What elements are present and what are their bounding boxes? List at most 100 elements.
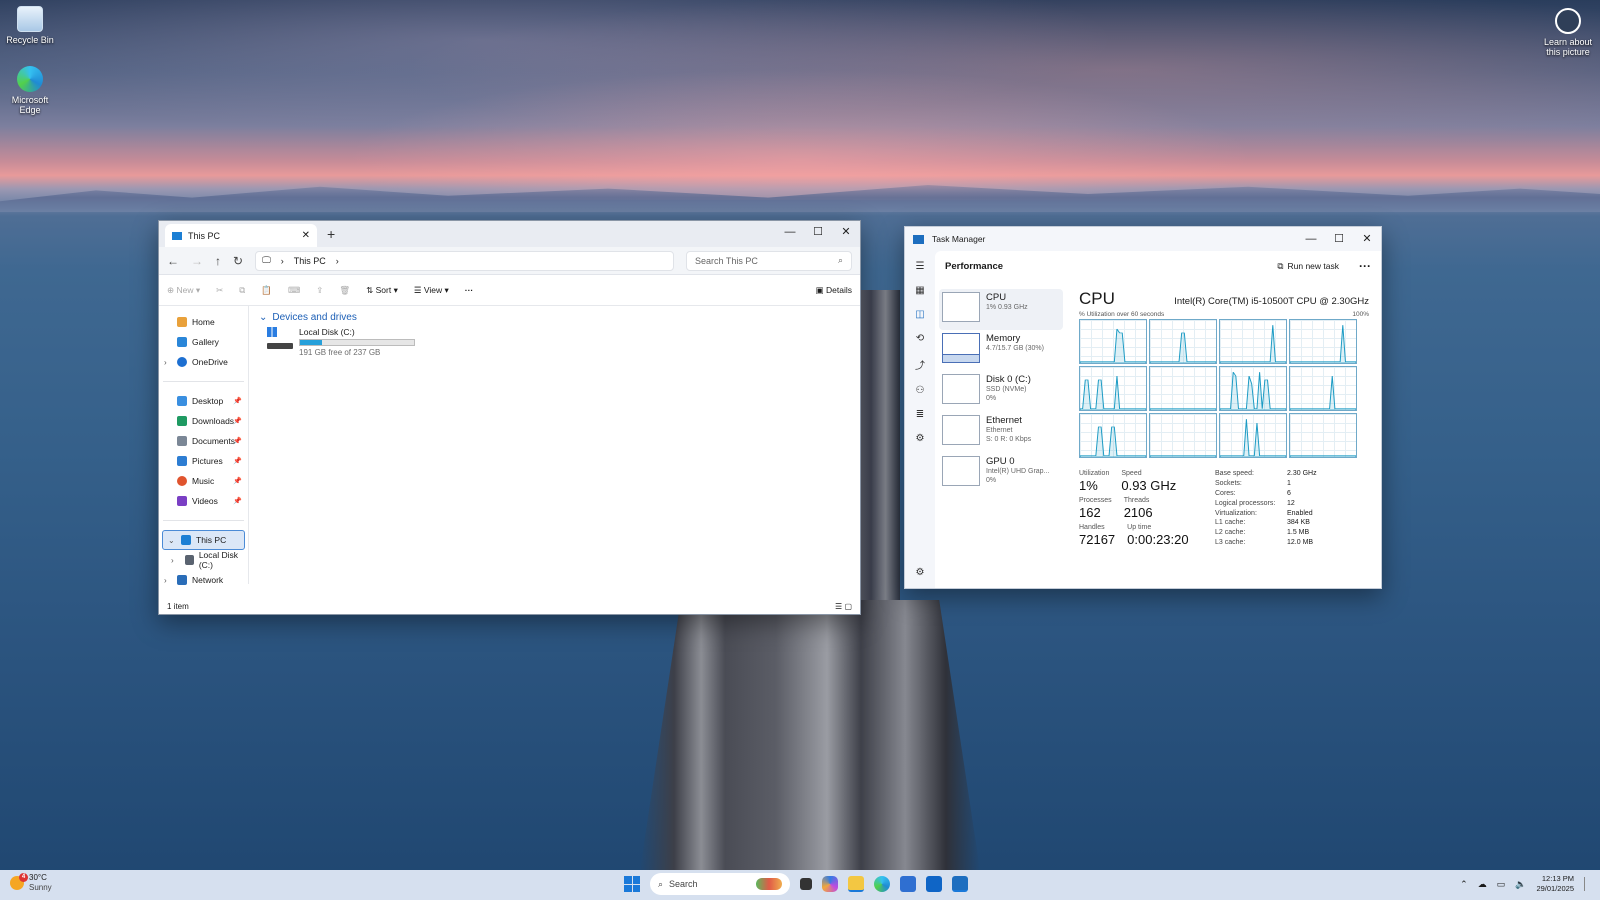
- processes-icon[interactable]: ▦: [915, 285, 924, 296]
- hamburger-icon[interactable]: ☰: [916, 261, 925, 272]
- cpu-core-graph: [1149, 319, 1217, 364]
- maximize-button[interactable]: ☐: [1325, 228, 1353, 250]
- nav-local-disk[interactable]: › Local Disk (C:): [159, 550, 248, 570]
- wallpaper-sky: [0, 0, 1600, 200]
- chevron-up-icon[interactable]: ⌃: [1460, 879, 1468, 890]
- app-history-icon[interactable]: ⟲: [916, 333, 924, 344]
- copilot-icon[interactable]: [822, 876, 838, 892]
- start-button[interactable]: [624, 876, 640, 892]
- nav-home[interactable]: Home: [159, 312, 248, 332]
- delete-icon[interactable]: 🗑: [339, 285, 350, 296]
- pin-icon[interactable]: 📌: [233, 417, 242, 425]
- nav-this-pc[interactable]: ⌄ This PC: [162, 530, 245, 550]
- sort-button[interactable]: ⇅ Sort ▾: [366, 285, 398, 296]
- resource-item[interactable]: Disk 0 (C:) SSD (NVMe) 0%: [939, 371, 1063, 412]
- pin-icon[interactable]: 📌: [233, 457, 242, 465]
- services-icon[interactable]: ⚙: [916, 433, 925, 444]
- nav-documents[interactable]: Documents 📌: [159, 431, 248, 451]
- details-icon[interactable]: ≣: [916, 409, 924, 420]
- details-button[interactable]: ▣ Details: [816, 285, 852, 296]
- tab-title: This PC: [188, 230, 221, 241]
- close-tab-icon[interactable]: ✕: [302, 230, 310, 241]
- pin-icon[interactable]: 📌: [233, 477, 242, 485]
- download-icon: [177, 416, 187, 426]
- file-explorer-taskbar-icon[interactable]: [848, 876, 864, 892]
- search-highlight-icon: [756, 878, 782, 890]
- minimize-button[interactable]: —: [776, 221, 804, 243]
- spec-label: L2 cache:: [1215, 529, 1246, 537]
- nav-pictures[interactable]: Pictures 📌: [159, 451, 248, 471]
- resource-item[interactable]: Memory 4.7/15.7 GB (30%): [939, 330, 1063, 371]
- taskbar-search[interactable]: ⌕ Search: [650, 873, 790, 895]
- nav-music[interactable]: Music 📌: [159, 471, 248, 491]
- new-button[interactable]: ⊕ New ▾: [167, 285, 200, 296]
- nav-gallery[interactable]: Gallery: [159, 332, 248, 352]
- resource-thumbnail: [942, 456, 980, 486]
- new-tab-button[interactable]: +: [327, 226, 335, 242]
- users-icon[interactable]: ⚇: [916, 385, 925, 396]
- clock[interactable]: 12:13 PM 29/01/2025: [1536, 874, 1574, 894]
- up-icon[interactable]: ↑: [215, 254, 221, 268]
- settings-icon[interactable]: ⚙: [916, 567, 925, 578]
- rename-icon[interactable]: ⌨: [288, 285, 300, 296]
- task-manager-taskbar-icon[interactable]: [952, 876, 968, 892]
- details-view-icon[interactable]: ☰: [835, 602, 842, 611]
- paste-icon[interactable]: 📋: [261, 285, 272, 296]
- edge-shortcut[interactable]: Microsoft Edge: [0, 66, 60, 115]
- maximize-button[interactable]: ☐: [804, 221, 832, 243]
- address-bar[interactable]: 🖵 › This PC ›: [255, 250, 674, 271]
- network-icon[interactable]: ▭: [1497, 879, 1506, 890]
- nav-onedrive[interactable]: › OneDrive: [159, 352, 248, 372]
- resource-item[interactable]: Ethernet Ethernet S: 0 R: 0 Kbps: [939, 412, 1063, 453]
- copy-icon[interactable]: ⧉: [239, 285, 245, 296]
- pin-icon[interactable]: 📌: [233, 397, 242, 405]
- spec-label: Cores:: [1215, 489, 1236, 497]
- cut-icon[interactable]: ✂: [216, 285, 223, 296]
- resource-detail: S: 0 R: 0 Kbps: [986, 436, 1032, 443]
- chevron-right-icon[interactable]: ›: [164, 576, 167, 585]
- task-view-icon[interactable]: [800, 878, 812, 890]
- share-icon[interactable]: ⇪: [316, 285, 323, 296]
- nav-desktop[interactable]: Desktop 📌: [159, 391, 248, 411]
- cpu-title: CPU: [1079, 289, 1115, 308]
- close-button[interactable]: ✕: [832, 221, 860, 243]
- more-options-icon[interactable]: ···: [1359, 259, 1371, 273]
- chevron-right-icon[interactable]: ›: [171, 556, 174, 565]
- nav-network[interactable]: › Network: [159, 570, 248, 590]
- chevron-right-icon[interactable]: ›: [164, 358, 167, 367]
- more-options-icon[interactable]: ···: [465, 285, 474, 295]
- group-header[interactable]: ⌄ Devices and drives: [259, 312, 850, 323]
- tab-this-pc[interactable]: This PC ✕: [165, 224, 317, 247]
- store-icon[interactable]: [900, 876, 916, 892]
- notification-icon[interactable]: [1584, 877, 1590, 891]
- recycle-bin-shortcut[interactable]: Recycle Bin: [0, 6, 60, 45]
- drive-item-c[interactable]: Local Disk (C:) 191 GB free of 237 GB: [267, 327, 850, 357]
- minimize-button[interactable]: —: [1297, 228, 1325, 250]
- startup-apps-icon[interactable]: ⤴: [915, 357, 925, 372]
- util-max: 100%: [1352, 311, 1369, 318]
- resource-item[interactable]: GPU 0 Intel(R) UHD Grap... 0%: [939, 453, 1063, 494]
- forward-icon[interactable]: →: [191, 254, 203, 268]
- search-input[interactable]: Search This PC ⌕: [686, 250, 852, 271]
- pin-icon[interactable]: 📌: [233, 497, 242, 505]
- resource-item[interactable]: CPU 1% 0.93 GHz: [939, 289, 1063, 330]
- breadcrumb[interactable]: This PC: [294, 256, 326, 266]
- run-new-task-button[interactable]: ⧉ Run new task: [1277, 261, 1339, 272]
- learn-about-picture[interactable]: Learn about this picture: [1540, 8, 1596, 57]
- back-icon[interactable]: ←: [167, 254, 179, 268]
- view-button[interactable]: ☰ View ▾: [414, 285, 449, 296]
- edge-taskbar-icon[interactable]: [874, 876, 890, 892]
- nav-downloads[interactable]: Downloads 📌: [159, 411, 248, 431]
- tiles-view-icon[interactable]: ▢: [844, 602, 852, 611]
- refresh-icon[interactable]: ↻: [233, 254, 243, 268]
- weather-widget[interactable]: 4 30°C Sunny: [10, 873, 52, 893]
- nav-videos[interactable]: Videos 📌: [159, 491, 248, 511]
- chevron-down-icon[interactable]: ⌄: [168, 536, 175, 545]
- outlook-icon[interactable]: [926, 876, 942, 892]
- home-icon: [177, 317, 187, 327]
- volume-icon[interactable]: 🔈: [1515, 879, 1526, 890]
- performance-icon[interactable]: ◫: [915, 309, 924, 320]
- pin-icon[interactable]: 📌: [233, 437, 242, 445]
- cloud-off-icon[interactable]: ☁: [1478, 879, 1487, 890]
- close-button[interactable]: ✕: [1353, 228, 1381, 250]
